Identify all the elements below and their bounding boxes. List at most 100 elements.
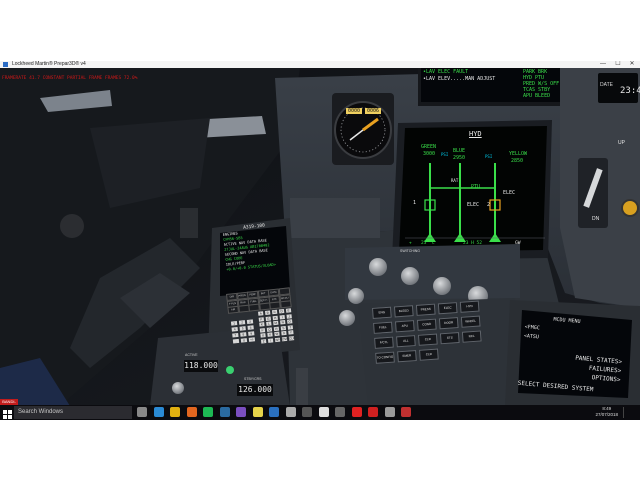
ecam-page-button[interactable]: DOOR [438, 317, 459, 330]
mcdu-right-panel-states[interactable]: PANEL STATES> [575, 355, 622, 366]
mcdu-digit-key[interactable]: 6 [247, 325, 254, 330]
spotify-icon[interactable] [203, 407, 213, 417]
mcdu-letter-key[interactable]: Z [260, 338, 267, 344]
mcdu-letter-key[interactable]: D [278, 309, 285, 314]
mcdu-function-key[interactable] [279, 300, 292, 309]
disc-icon[interactable] [384, 407, 395, 417]
ecam-page-button[interactable]: WHEEL [460, 315, 481, 328]
window-titlebar[interactable]: Lockheed Martin® Prepar3D® v4 — ☐ ✕ [0, 61, 640, 68]
brightness-knob-upper[interactable] [348, 288, 364, 304]
mcdu-right-atsu[interactable]: <ATSU [524, 333, 540, 340]
mcdu-letter-key[interactable]: G [265, 315, 271, 321]
mcdu-letter-key[interactable]: H [272, 315, 278, 320]
mail-icon[interactable] [269, 407, 279, 417]
side-lever[interactable] [578, 158, 608, 228]
mcdu-digit-key[interactable]: 5 [239, 326, 246, 331]
edge-icon[interactable] [153, 407, 164, 417]
mcdu-letter-key[interactable]: J [286, 313, 292, 319]
mcdu-letter-key[interactable]: R [273, 326, 280, 331]
eis-dmc-knob[interactable] [433, 277, 451, 295]
rmp-transfer-button[interactable] [222, 362, 238, 378]
mcdu-letter-key[interactable]: I [279, 314, 285, 320]
minimize-button[interactable]: — [596, 61, 610, 68]
mcdu-letter-key[interactable]: C [271, 309, 278, 315]
ecam-page-button[interactable]: CLR [417, 333, 438, 346]
ecam-page-button[interactable]: PRESS [415, 303, 436, 316]
globe-icon[interactable] [285, 407, 296, 417]
mcdu-letter-key[interactable]: Q [266, 326, 273, 332]
mcdu-right-options[interactable]: OPTIONS> [591, 374, 620, 383]
taskbar-clock[interactable]: 8:49 27/07/2018 [595, 406, 618, 418]
att-hdg-knob[interactable] [369, 258, 387, 276]
calc-icon[interactable] [335, 407, 345, 417]
ecam-page-button[interactable]: COND [416, 318, 437, 331]
notification-button[interactable] [623, 407, 638, 418]
ecam-page-button[interactable]: ALL [396, 335, 416, 348]
mcdu-letter-key[interactable]: X [281, 330, 287, 336]
mcdu-letter-key[interactable]: N [280, 319, 286, 325]
plane-icon[interactable] [318, 407, 329, 417]
mcdu-letter-key[interactable]: K [259, 322, 265, 327]
youtube-icon[interactable] [351, 407, 362, 417]
mcdu-digit-key[interactable]: 0 [240, 338, 248, 343]
ecam-page-button[interactable]: CLR [419, 348, 439, 361]
air-data-knob[interactable] [401, 267, 419, 285]
chrome-icon[interactable] [170, 407, 180, 417]
notes-icon[interactable] [252, 407, 263, 417]
mcdu-letter-key[interactable]: CLR [288, 335, 295, 341]
ecam-page-button[interactable]: ELEC [437, 302, 458, 315]
mcdu-letter-key[interactable]: V [267, 332, 273, 337]
mcdu-letter-key[interactable]: SP [274, 337, 281, 342]
mcdu-digit-key[interactable]: 3 [246, 319, 254, 324]
ecam-page-button[interactable]: F/CTL [374, 336, 394, 349]
firefox-icon[interactable] [186, 407, 197, 417]
mcdu-letter-key[interactable]: A [258, 311, 264, 316]
mcdu-letter-key[interactable]: U [260, 333, 266, 338]
ecam-page-button[interactable]: EMER CANC [397, 350, 417, 363]
mcdu-letter-key[interactable]: M [273, 320, 279, 326]
mcdu-digit-key[interactable]: . [232, 338, 240, 344]
record-icon[interactable] [368, 407, 378, 417]
taskbar-search-box[interactable]: Search Windows [14, 406, 132, 419]
vs-icon[interactable] [236, 407, 246, 417]
ecam-page-button[interactable]: FUEL [373, 321, 393, 334]
ecam-page-button[interactable]: BLEED [393, 305, 414, 318]
mcdu-digit-key[interactable]: 4 [231, 326, 238, 332]
mcdu-letter-key[interactable]: T [287, 324, 293, 330]
ecam-page-button[interactable]: HYD [459, 300, 480, 313]
mcdu-letter-key[interactable]: F [258, 316, 264, 322]
ecam-page-button[interactable]: ENG [372, 306, 392, 319]
mcdu-letter-key[interactable]: / [267, 337, 274, 343]
mcdu-digit-key[interactable]: 1 [230, 321, 238, 326]
mcdu-right-fmgc[interactable]: <FMGC [524, 324, 540, 331]
maximize-button[interactable]: ☐ [611, 61, 625, 68]
terminal-icon[interactable] [302, 407, 312, 417]
steam-icon[interactable] [219, 407, 230, 417]
mcdu-digit-key[interactable]: +/- [248, 337, 256, 342]
mcdu-letter-key[interactable]: L [266, 321, 272, 326]
mcdu-letter-key[interactable]: W [274, 331, 280, 337]
rmp-tuning-knob[interactable] [170, 380, 186, 396]
brightness-knob-lower[interactable] [339, 310, 355, 326]
mcdu-letter-key[interactable]: Y [288, 330, 294, 335]
mcdu-letter-key[interactable]: O [287, 319, 293, 324]
task-view-icon[interactable] [137, 407, 147, 417]
mcdu-right-failures[interactable]: FAILURES> [589, 365, 622, 375]
close-button[interactable]: ✕ [625, 61, 639, 68]
mcdu-letter-key[interactable]: S [280, 325, 287, 330]
ecam-page-button[interactable]: APU [394, 320, 415, 333]
mcdu-digit-key[interactable]: 8 [240, 332, 247, 337]
mcdu-letter-key[interactable]: P [259, 327, 266, 333]
mcdu-letter-key[interactable]: OVFY [281, 336, 288, 341]
app-icon[interactable] [401, 407, 411, 417]
mcdu-digit-key[interactable]: 9 [248, 331, 255, 336]
ecam-page-button[interactable]: RCL [461, 330, 482, 343]
cockpit-view[interactable]: FRAMERATE 41.7 CONSTANT PARTIAL FRAME FR… [0, 68, 640, 406]
mcdu-digit-key[interactable]: 7 [232, 332, 239, 338]
mcdu-digit-key[interactable]: 2 [238, 320, 246, 325]
mcdu-letter-key[interactable]: B [264, 310, 271, 315]
windows-start-button[interactable] [2, 407, 13, 419]
ecam-page-button[interactable]: TO CONFIG [375, 351, 395, 364]
mcdu-letter-key[interactable]: E [285, 308, 292, 313]
ecam-page-button[interactable]: STS [439, 331, 460, 345]
